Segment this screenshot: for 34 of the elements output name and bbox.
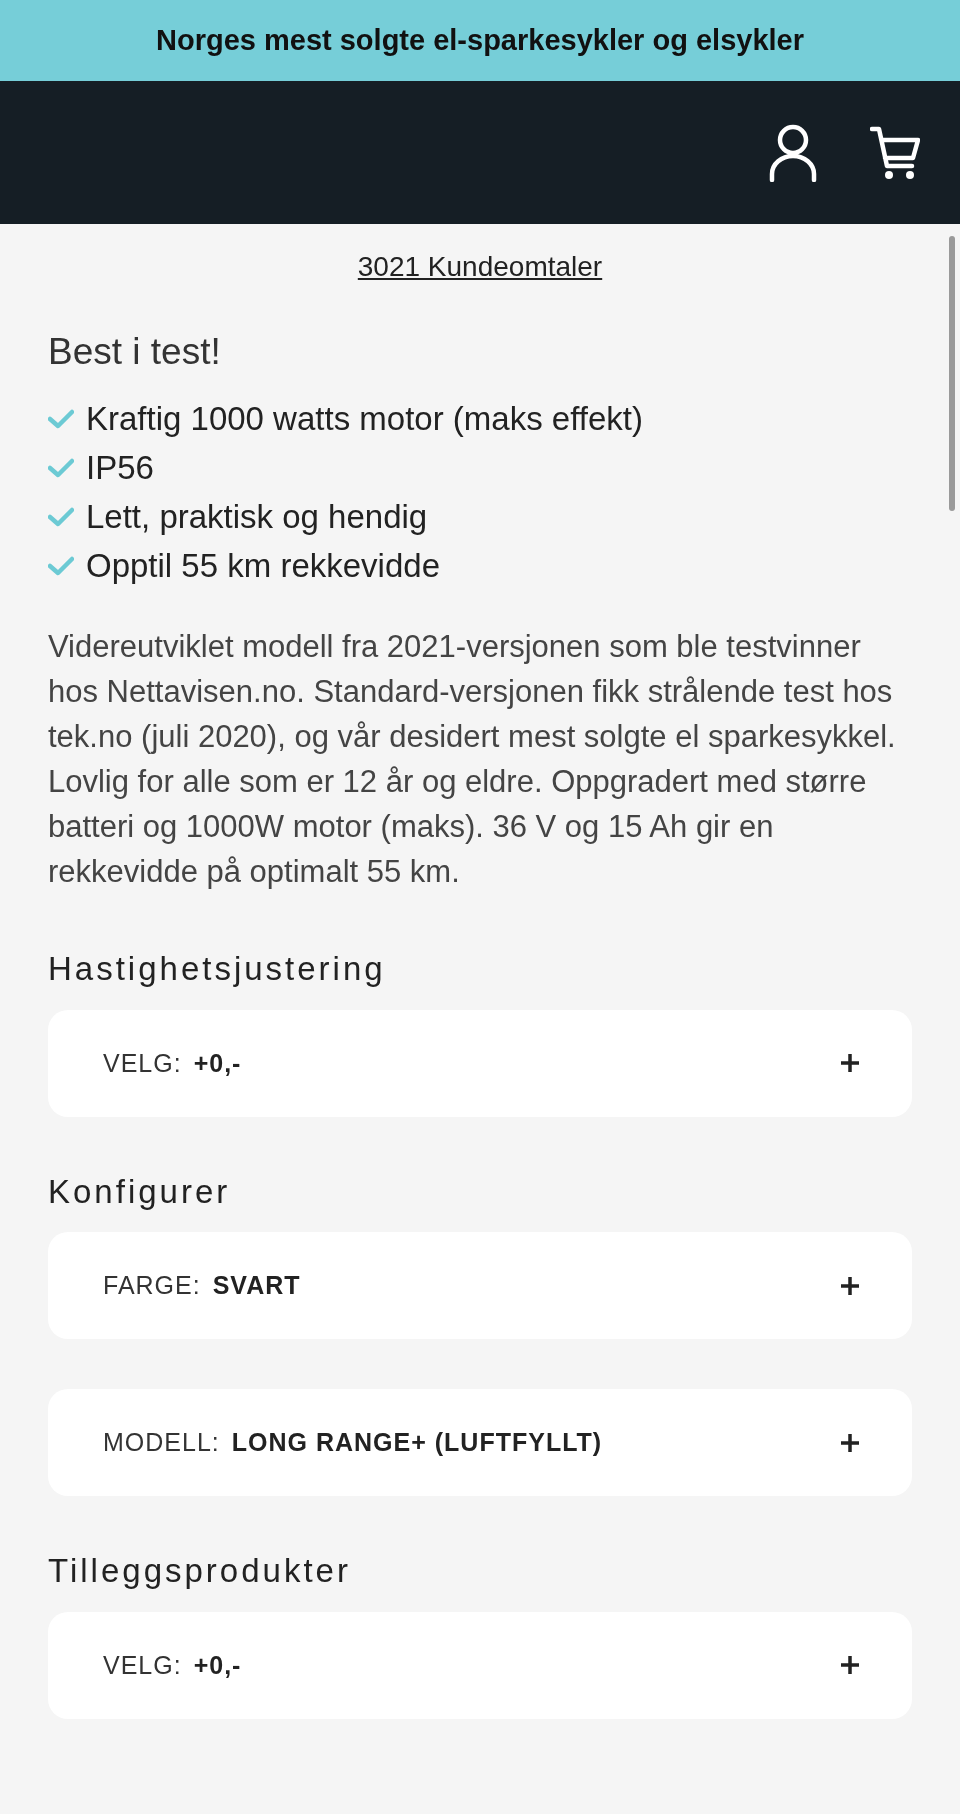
feature-text: Lett, praktisk og hendig <box>86 497 428 538</box>
option-selector[interactable]: VELG: +0,- <box>48 1611 912 1719</box>
product-description: Videreutviklet modell fra 2021-versjonen som ble testvinner hos Nettavisen.no. Standard-versjonen fikk strålende test hos tek.no (juli 2020), og vår desidert mest solgte el sparkesykkel. Lovlig for alle som er 12 år og eldre. Oppgradert med større batteri og 1000W motor (maks). 36 V og 15 Ah gir en rekkevidde på optimalt 55 km. <box>48 628 897 892</box>
feature-text: Kraftig 1000 watts motor (maks effekt) <box>86 399 643 440</box>
option-value: LONG RANGE+ (LUFTFYLLT) <box>231 1427 603 1459</box>
check-icon <box>48 457 74 478</box>
check-icon <box>48 408 74 429</box>
plus-icon <box>840 1275 860 1296</box>
reviews-link[interactable]: 3021 Kundeomtaler <box>357 251 603 282</box>
option-value: +0,- <box>193 1047 242 1079</box>
user-icon[interactable] <box>768 123 818 182</box>
feature-text: Opptil 55 km rekkevidde <box>86 546 440 587</box>
option-value: SVART <box>212 1270 301 1302</box>
banner-text: Norges mest solgte el-sparkesykler og elsykler <box>156 22 804 58</box>
plus-icon <box>840 1655 860 1676</box>
option-selector[interactable]: FARGE: SVART <box>48 1232 912 1340</box>
check-icon <box>48 506 74 527</box>
cart-icon[interactable] <box>870 125 920 180</box>
check-icon <box>48 555 74 576</box>
section-heading: Hastighetsjustering <box>48 949 387 990</box>
feature-text: IP56 <box>86 448 154 489</box>
option-value: +0,- <box>193 1649 242 1681</box>
option-label: VELG: <box>103 1649 182 1681</box>
option-label: FARGE: <box>103 1270 201 1302</box>
section-heading: Konfigurer <box>48 1171 232 1212</box>
option-selector[interactable]: MODELL: LONG RANGE+ (LUFTFYLLT) <box>48 1389 912 1497</box>
option-label: MODELL: <box>103 1427 220 1459</box>
scrollbar[interactable] <box>949 236 955 511</box>
option-label: VELG: <box>103 1047 182 1079</box>
plus-icon <box>840 1053 860 1074</box>
section-heading: Tilleggsprodukter <box>48 1551 352 1592</box>
option-selector[interactable]: VELG: +0,- <box>48 1009 912 1117</box>
features-heading: Best i test! <box>48 330 222 374</box>
plus-icon <box>840 1432 860 1453</box>
